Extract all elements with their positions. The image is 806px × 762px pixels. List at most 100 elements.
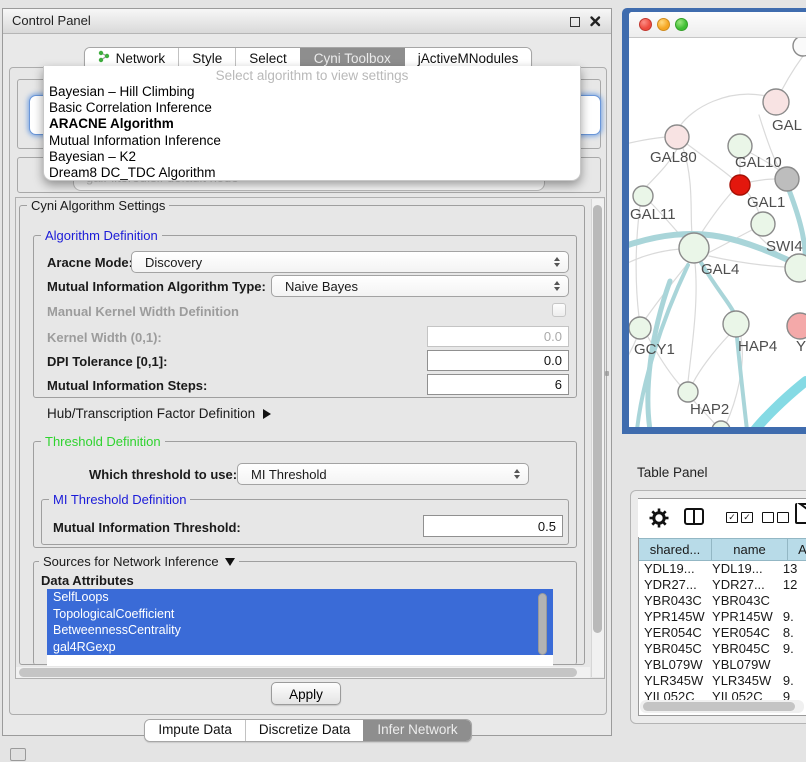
table-row[interactable]: YBL079WYBL079W bbox=[639, 657, 806, 673]
tab-label: Network bbox=[116, 51, 166, 67]
combo-spinner-icon bbox=[514, 469, 520, 479]
network-edge[interactable] bbox=[680, 94, 766, 126]
tab-label: Impute Data bbox=[158, 722, 232, 738]
bottom-tab-discretize-data[interactable]: Discretize Data bbox=[245, 720, 364, 741]
attribute-item-gal4rgexp[interactable]: gal4RGexp bbox=[47, 639, 553, 656]
tab-label: Discretize Data bbox=[259, 722, 351, 738]
column-header-a[interactable]: A bbox=[788, 538, 806, 561]
deselect-all-icon[interactable] bbox=[762, 512, 789, 523]
network-node-gal4[interactable] bbox=[679, 233, 709, 263]
expand-arrow-icon[interactable] bbox=[263, 409, 271, 419]
close-icon[interactable] bbox=[589, 15, 602, 28]
algorithm-option-dream8-dc-tdc-algorithm[interactable]: Dream8 DC_TDC Algorithm bbox=[44, 165, 580, 181]
node-label: GAL1 bbox=[747, 194, 785, 211]
columns-icon[interactable] bbox=[684, 508, 704, 525]
mi-type-label: Mutual Information Algorithm Type: bbox=[47, 279, 266, 294]
table-cell: 9 bbox=[778, 689, 806, 700]
table-row[interactable]: YDR27...YDR27...12 bbox=[639, 577, 806, 593]
horizontal-scrollbar-thumb[interactable] bbox=[19, 668, 577, 677]
network-node-hap2[interactable] bbox=[678, 382, 698, 402]
sources-group-title[interactable]: Sources for Network Inference bbox=[39, 554, 239, 569]
table-row[interactable]: YER054CYER054C8. bbox=[639, 625, 806, 641]
network-edge[interactable] bbox=[755, 381, 806, 427]
aracne-mode-label: Aracne Mode: bbox=[47, 255, 133, 270]
zoom-traffic-light[interactable] bbox=[675, 18, 688, 31]
dpi-tolerance-input[interactable] bbox=[427, 350, 569, 371]
node-label: GAL4 bbox=[701, 261, 739, 278]
column-header-shared[interactable]: shared... bbox=[639, 538, 712, 561]
collapse-arrow-icon[interactable] bbox=[225, 558, 235, 566]
close-traffic-light[interactable] bbox=[639, 18, 652, 31]
network-node-gal[interactable] bbox=[763, 89, 789, 115]
network-window-titlebar[interactable] bbox=[629, 12, 806, 38]
algorithm-option-bayesian-hill-climbing[interactable]: Bayesian – Hill Climbing bbox=[44, 84, 580, 100]
table-row[interactable]: YBR043CYBR043C bbox=[639, 593, 806, 609]
network-node[interactable] bbox=[785, 254, 806, 282]
mi-threshold-input[interactable] bbox=[423, 515, 563, 537]
hub-definition-section[interactable]: Hub/Transcription Factor Definition bbox=[47, 406, 271, 421]
vertical-scrollbar-thumb[interactable] bbox=[593, 205, 602, 633]
select-all-icon[interactable]: ✓✓ bbox=[726, 512, 753, 523]
attributes-list-scrollbar-thumb[interactable] bbox=[538, 593, 547, 655]
table-row[interactable]: YLR345WYLR345W9. bbox=[639, 673, 806, 689]
network-node-gcy1[interactable] bbox=[629, 317, 651, 339]
gear-icon[interactable] bbox=[649, 508, 669, 528]
tab-label: jActiveMNodules bbox=[418, 51, 519, 67]
table-cell: YBL079W bbox=[639, 657, 707, 673]
aracne-mode-combobox[interactable]: Discovery bbox=[131, 251, 569, 273]
network-node[interactable] bbox=[793, 38, 806, 56]
column-header-name[interactable]: name bbox=[712, 538, 788, 561]
table-cell: YIL052C bbox=[707, 689, 778, 700]
algorithm-option-aracne-algorithm[interactable]: ARACNE Algorithm bbox=[44, 116, 580, 132]
network-node-hap4[interactable] bbox=[723, 311, 749, 337]
network-edge[interactable] bbox=[688, 263, 696, 382]
node-label: GCY1 bbox=[634, 341, 675, 358]
network-node-gal1[interactable] bbox=[730, 175, 750, 195]
which-threshold-combobox[interactable]: MI Threshold bbox=[237, 463, 529, 485]
network-edge[interactable] bbox=[750, 179, 775, 182]
table-scrollbar-thumb[interactable] bbox=[643, 702, 795, 711]
algorithm-option-bayesian-k2[interactable]: Bayesian – K2 bbox=[44, 149, 580, 165]
network-canvas[interactable]: GALGAL80GAL10GAL1GAL11SWI4GAL4GCY1HAP4YH… bbox=[629, 38, 806, 427]
network-edge[interactable] bbox=[700, 192, 732, 235]
attribute-item-betweennesscentrality[interactable]: BetweennessCentrality bbox=[47, 622, 553, 639]
mi-steps-input[interactable] bbox=[427, 374, 569, 395]
network-edge[interactable] bbox=[693, 335, 729, 383]
network-node-gal11[interactable] bbox=[633, 186, 653, 206]
panel-splitter-handle[interactable] bbox=[605, 371, 609, 376]
table-cell: YIL052C bbox=[639, 689, 707, 700]
dpi-tolerance-label: DPI Tolerance [0,1]: bbox=[47, 354, 167, 369]
new-column-icon[interactable] bbox=[795, 503, 806, 524]
apply-button[interactable]: Apply bbox=[271, 682, 341, 705]
network-node-gal80[interactable] bbox=[665, 125, 689, 149]
node-label: GAL10 bbox=[735, 154, 782, 171]
table-row[interactable]: YIL052CYIL052C9 bbox=[639, 689, 806, 700]
network-edge[interactable] bbox=[629, 137, 666, 145]
minimized-panel-icon[interactable] bbox=[10, 748, 26, 761]
mi-type-combobox[interactable]: Naive Bayes bbox=[271, 275, 569, 297]
minimize-traffic-light[interactable] bbox=[657, 18, 670, 31]
algorithm-option-basic-correlation-inference[interactable]: Basic Correlation Inference bbox=[44, 100, 580, 116]
manual-kernel-checkbox[interactable] bbox=[552, 303, 566, 317]
kernel-width-input[interactable] bbox=[427, 326, 569, 347]
bottom-tab-infer-network[interactable]: Infer Network bbox=[363, 720, 470, 741]
node-label: GAL11 bbox=[630, 206, 676, 223]
table-cell: YBR043C bbox=[707, 593, 778, 609]
algorithm-option-mutual-information-inference[interactable]: Mutual Information Inference bbox=[44, 133, 580, 149]
table-cell: 9. bbox=[778, 673, 806, 689]
bottom-tab-impute-data[interactable]: Impute Data bbox=[145, 720, 245, 741]
network-node-swi4[interactable] bbox=[751, 212, 775, 236]
attribute-item-topologicalcoefficient[interactable]: TopologicalCoefficient bbox=[47, 606, 553, 623]
table-toolbar: ✓✓ bbox=[638, 499, 806, 537]
mi-threshold-label: Mutual Information Threshold: bbox=[53, 520, 241, 535]
network-node-y[interactable] bbox=[787, 313, 806, 339]
float-window-icon[interactable] bbox=[569, 15, 582, 28]
combo-spinner-icon bbox=[554, 257, 560, 267]
table-cell: YER054C bbox=[707, 625, 778, 641]
table-row[interactable]: YDL19...YDL19...13 bbox=[639, 561, 806, 577]
table-row[interactable]: YBR045CYBR045C9. bbox=[639, 641, 806, 657]
table-cell: YPR145W bbox=[639, 609, 707, 625]
network-node[interactable] bbox=[775, 167, 799, 191]
attribute-item-selfloops[interactable]: SelfLoops bbox=[47, 589, 553, 606]
table-row[interactable]: YPR145WYPR145W9. bbox=[639, 609, 806, 625]
